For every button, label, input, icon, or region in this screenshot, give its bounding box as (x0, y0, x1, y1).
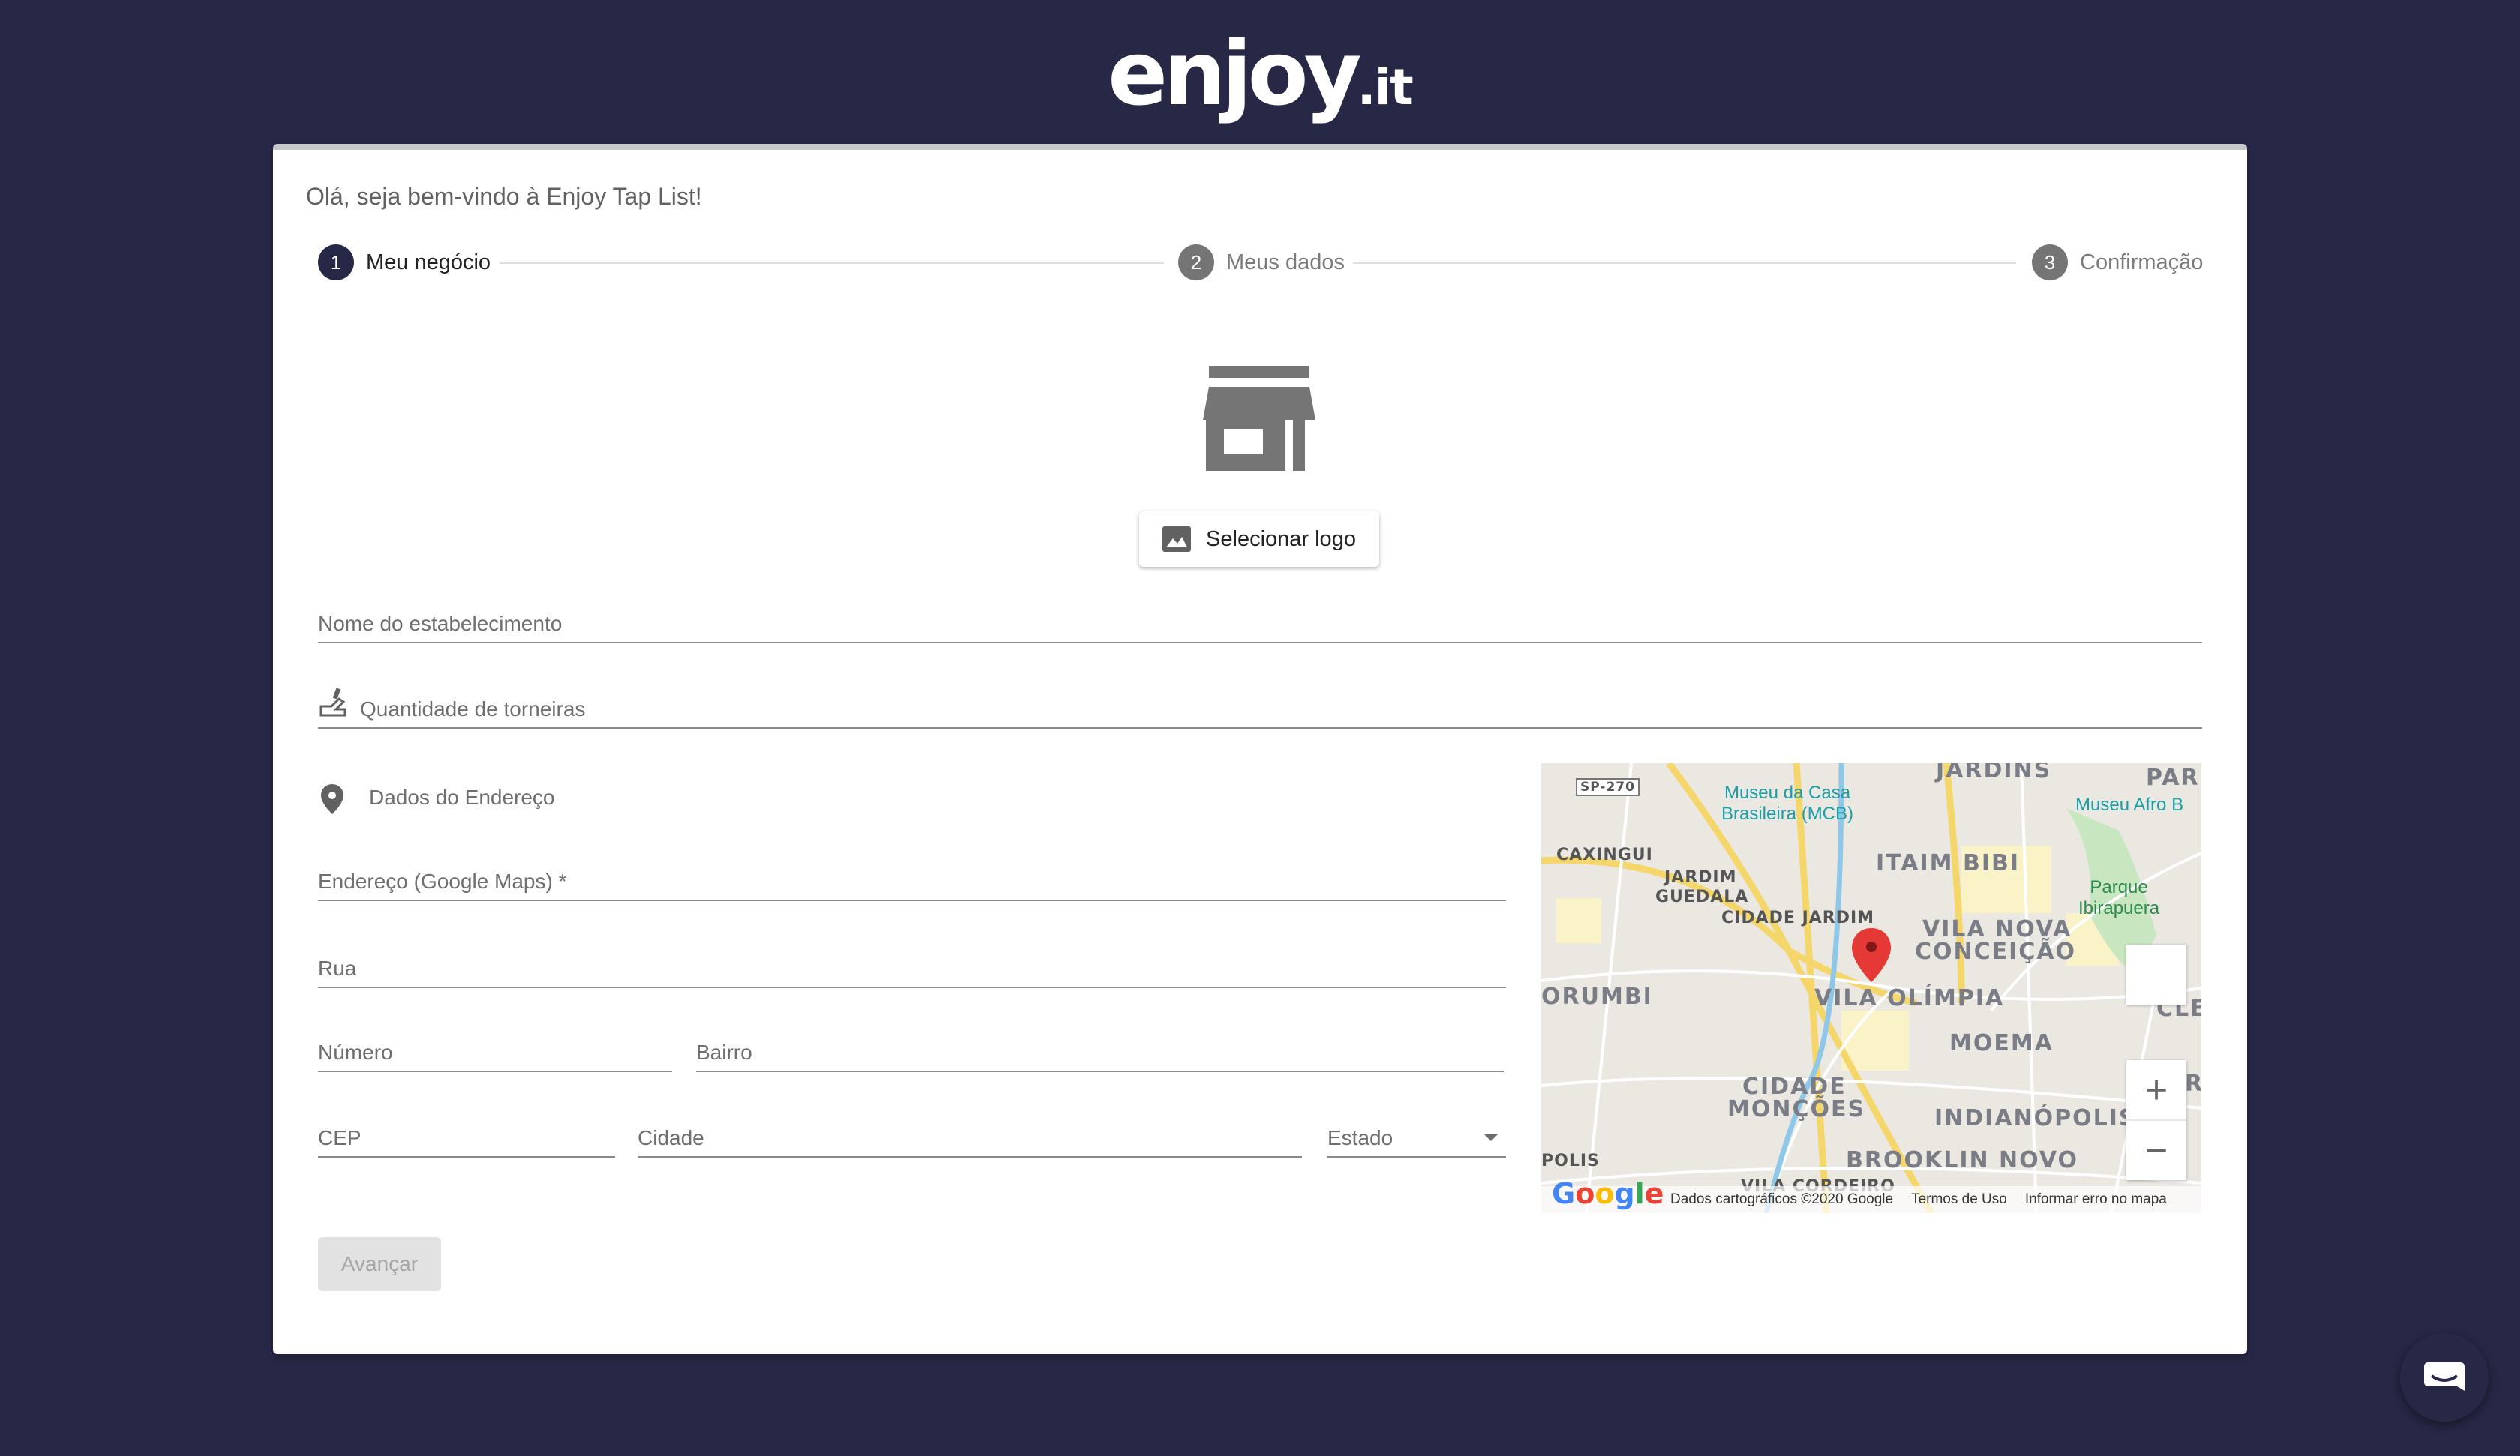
signup-card: Olá, seja bem-vindo à Enjoy Tap List! 1 … (273, 144, 2247, 1354)
welcome-text: Olá, seja bem-vindo à Enjoy Tap List! (306, 183, 702, 210)
map-poi[interactable]: Museu da Casa Brasileira (MCB) (1721, 783, 1853, 825)
business-name-field[interactable]: Nome do estabelecimento (318, 607, 2202, 643)
step-confirmacao[interactable]: 3 Confirmação (2032, 244, 2203, 280)
street-field[interactable]: Rua (318, 952, 1506, 988)
neighborhood-field[interactable]: Bairro (696, 1036, 1504, 1072)
brand-logo: enjoy.it (1108, 22, 1414, 125)
google-logo: Google (1552, 1177, 1664, 1210)
zoom-out-button[interactable]: − (2126, 1121, 2186, 1180)
google-map[interactable]: JARDINS PAR ITAIM BIBI VILA NOVA CONCEIÇ… (1541, 763, 2201, 1213)
chat-button[interactable] (2400, 1333, 2488, 1422)
map-park[interactable]: Parque Ibirapuera (2078, 877, 2159, 919)
terms-link[interactable]: Termos de Uso (1911, 1191, 2007, 1208)
dropdown-arrow-icon (1484, 1134, 1498, 1141)
zoom-in-button[interactable]: + (2126, 1060, 2186, 1121)
store-icon (1203, 366, 1316, 471)
zoom-control: + − (2126, 1060, 2186, 1180)
step-label: Confirmação (2080, 250, 2204, 274)
step-meus-dados[interactable]: 2 Meus dados (1178, 244, 1345, 280)
image-icon (1162, 526, 1192, 552)
advance-button[interactable]: Avançar (318, 1237, 441, 1291)
select-logo-button[interactable]: Selecionar logo (1139, 511, 1379, 567)
state-select[interactable]: Estado (1328, 1122, 1506, 1158)
report-error-link[interactable]: Informar erro no mapa (2025, 1191, 2167, 1208)
step-connector (1353, 262, 2016, 264)
step-connector (500, 262, 1164, 264)
step-label: Meus dados (1226, 250, 1345, 274)
cep-field[interactable]: CEP (318, 1122, 615, 1158)
address-section-title: Dados do Endereço (369, 786, 555, 809)
map-poi[interactable]: Museu Afro B (2075, 795, 2183, 816)
map-marker-icon (1852, 928, 1891, 982)
chat-icon (2424, 1362, 2464, 1391)
city-field[interactable]: Cidade (638, 1122, 1302, 1158)
step-meu-negocio[interactable]: 1 Meu negócio (318, 244, 490, 280)
number-field[interactable]: Número (318, 1036, 672, 1072)
tap-count-field[interactable]: Quantidade de torneiras (318, 693, 2202, 729)
location-pin-icon (321, 784, 344, 814)
step-label: Meu negócio (366, 250, 491, 274)
pegman-control[interactable] (2126, 945, 2186, 1005)
google-address-field[interactable]: Endereço (Google Maps) * (318, 865, 1506, 901)
